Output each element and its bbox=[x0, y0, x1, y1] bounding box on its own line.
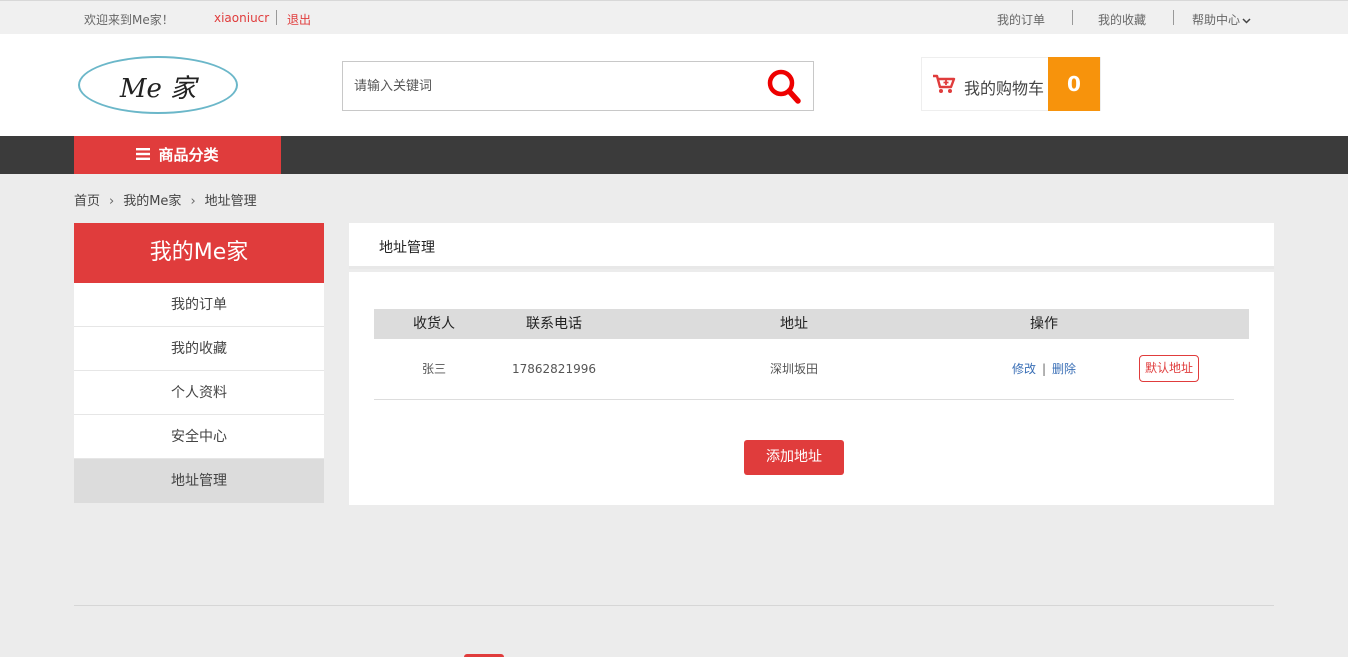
divider: | bbox=[1041, 362, 1047, 376]
column-header-receiver: 收货人 bbox=[413, 316, 455, 332]
username-link[interactable]: xiaoniucr bbox=[214, 11, 269, 25]
sidebar-item-profile[interactable]: 个人资料 bbox=[74, 371, 324, 415]
logout-link[interactable]: 退出 bbox=[287, 11, 311, 28]
add-address-button[interactable]: 添加地址 bbox=[744, 440, 844, 475]
category-menu-label: 商品分类 bbox=[158, 146, 219, 164]
actions-cell: 修改 | 删除 bbox=[984, 339, 1104, 400]
breadcrumb: 首页 › 我的Me家 › 地址管理 bbox=[74, 190, 257, 209]
edit-link[interactable]: 修改 bbox=[1012, 362, 1036, 376]
column-header-address: 地址 bbox=[780, 316, 808, 332]
sidebar-item-address[interactable]: 地址管理 bbox=[74, 459, 324, 503]
site-header: Me 家 我的购物车 0 bbox=[0, 34, 1348, 136]
top-my-favorites-link[interactable]: 我的收藏 bbox=[1098, 11, 1146, 28]
table-row: 张三 17862821996 深圳坂田 修改 | 删除 默认地址 bbox=[374, 339, 1234, 400]
panel-header: 地址管理 bbox=[349, 223, 1274, 269]
chevron-down-icon bbox=[1242, 17, 1251, 24]
search-icon bbox=[767, 69, 801, 104]
default-address-button[interactable]: 默认地址 bbox=[1139, 355, 1199, 382]
divider bbox=[1072, 10, 1073, 25]
site-logo[interactable]: Me 家 bbox=[78, 56, 238, 114]
address-panel: 收货人 联系电话 地址 操作 张三 17862821996 深圳坂田 修改 | 删除… bbox=[349, 272, 1274, 505]
column-header-actions: 操作 bbox=[1030, 316, 1058, 332]
delete-link[interactable]: 删除 bbox=[1052, 362, 1076, 376]
welcome-text: 欢迎来到Me家！ bbox=[84, 13, 174, 27]
footer-divider bbox=[74, 605, 1274, 606]
breadcrumb-home[interactable]: 首页 bbox=[74, 190, 100, 209]
help-center-dropdown[interactable]: 帮助中心 bbox=[1192, 11, 1251, 28]
sidebar-item-orders[interactable]: 我的订单 bbox=[74, 283, 324, 327]
cart-button[interactable]: 我的购物车 0 bbox=[921, 57, 1101, 111]
sidebar-title: 我的Me家 bbox=[74, 223, 324, 283]
help-center-label: 帮助中心 bbox=[1192, 13, 1241, 27]
divider bbox=[1173, 10, 1174, 25]
main-nav: 商品分类 bbox=[0, 136, 1348, 174]
column-header-phone: 联系电话 bbox=[526, 316, 582, 332]
phone-cell: 17862821996 bbox=[512, 362, 596, 376]
cart-icon bbox=[933, 74, 956, 93]
sidebar-item-security[interactable]: 安全中心 bbox=[74, 415, 324, 459]
search-button[interactable] bbox=[765, 68, 805, 106]
breadcrumb-my-me-home[interactable]: 我的Me家 bbox=[123, 190, 181, 209]
receiver-cell: 张三 bbox=[421, 362, 446, 376]
cart-label: 我的购物车 bbox=[964, 79, 1045, 98]
cart-count-badge: 0 bbox=[1048, 57, 1100, 111]
sidebar-item-favorites[interactable]: 我的收藏 bbox=[74, 327, 324, 371]
chevron-right-icon: › bbox=[109, 194, 115, 209]
logo-text: Me 家 bbox=[119, 74, 197, 104]
table-header: 收货人 联系电话 地址 操作 bbox=[374, 309, 1249, 339]
top-bar: 欢迎来到Me家！ xiaoniucr 退出 我的订单 我的收藏 帮助中心 bbox=[0, 0, 1348, 34]
category-menu-button[interactable]: 商品分类 bbox=[74, 136, 281, 174]
search-input[interactable] bbox=[343, 62, 753, 110]
search-box bbox=[342, 61, 814, 111]
divider bbox=[276, 10, 277, 25]
page-title: 地址管理 bbox=[379, 240, 435, 256]
breadcrumb-current: 地址管理 bbox=[204, 194, 257, 209]
top-my-orders-link[interactable]: 我的订单 bbox=[997, 11, 1045, 28]
sidebar: 我的Me家 我的订单 我的收藏 个人资料 安全中心 地址管理 bbox=[74, 223, 324, 503]
chevron-right-icon: › bbox=[190, 194, 196, 209]
menu-icon bbox=[136, 148, 151, 160]
address-cell: 深圳坂田 bbox=[769, 362, 818, 376]
